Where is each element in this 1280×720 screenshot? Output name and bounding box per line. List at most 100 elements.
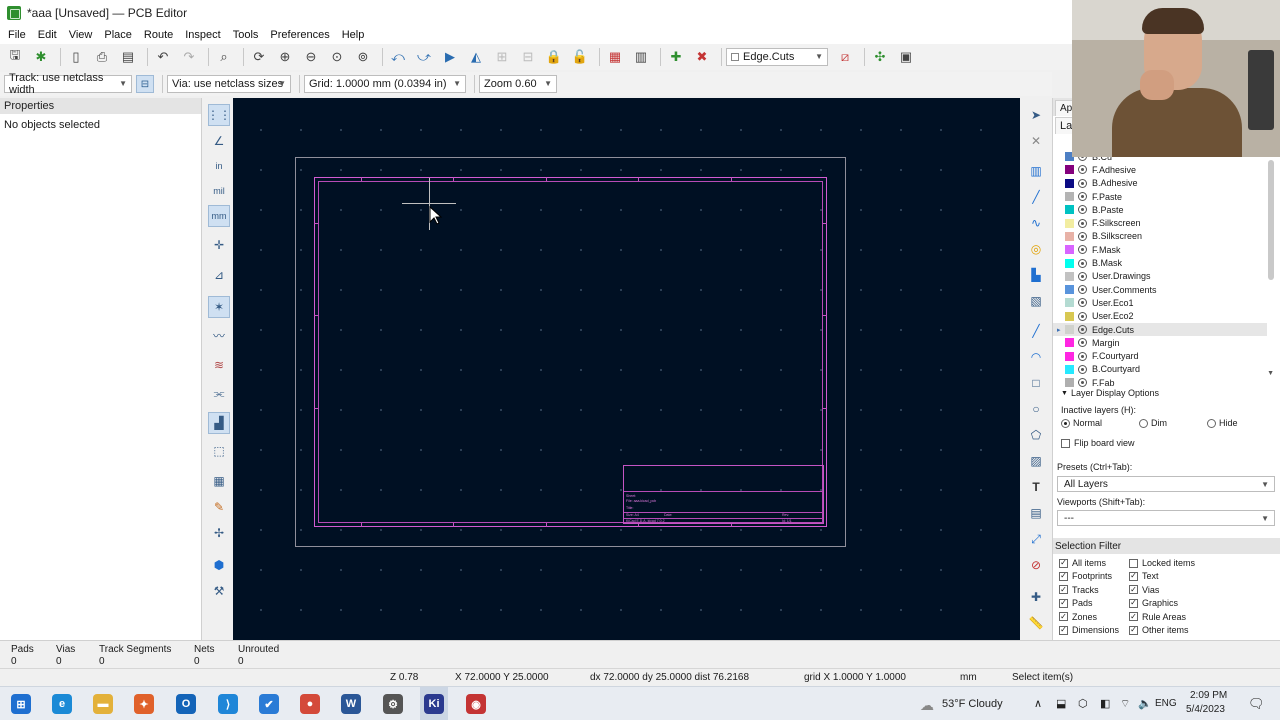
filter-item[interactable]: Locked items <box>1129 558 1195 568</box>
filter-item[interactable]: ✓ Tracks <box>1059 585 1099 595</box>
eye-icon[interactable] <box>1078 271 1087 281</box>
redo-icon[interactable]: ↷ <box>178 46 200 68</box>
eye-icon[interactable] <box>1078 178 1087 188</box>
unlock-icon[interactable]: 🔓 <box>569 46 591 68</box>
scrollbar-thumb[interactable] <box>1268 160 1274 280</box>
menu-route[interactable]: Route <box>138 29 179 41</box>
eye-icon[interactable] <box>1078 298 1087 308</box>
layer-color-swatch[interactable] <box>1065 364 1074 374</box>
scroll-down-icon[interactable]: ▼ <box>1267 370 1274 377</box>
app-blue-check-icon[interactable]: ✔ <box>259 694 279 714</box>
filter-item[interactable]: ✓ Zones <box>1059 612 1097 622</box>
draw-arc-icon[interactable]: ◠ <box>1025 346 1047 368</box>
3d-viewer-icon[interactable]: ⬢ <box>208 554 230 576</box>
eye-icon[interactable] <box>1078 165 1087 175</box>
add-via-icon[interactable]: ◎ <box>1025 238 1047 260</box>
volume-icon[interactable]: 🔈 <box>1138 697 1152 710</box>
layer-color-swatch[interactable] <box>1065 298 1074 308</box>
wifi-icon[interactable]: ⌔ <box>1120 697 1130 711</box>
menu-edit[interactable]: Edit <box>32 29 63 41</box>
eye-icon[interactable] <box>1078 218 1087 228</box>
presets-select[interactable]: All Layers ▼ <box>1057 476 1275 492</box>
inactive-hide-radio[interactable]: Hide <box>1207 418 1238 428</box>
zoom-in-icon[interactable]: ⊕ <box>274 46 296 68</box>
layer-row[interactable]: B.Silkscreen <box>1053 230 1267 243</box>
eye-icon[interactable] <box>1078 245 1087 255</box>
via-sketch-icon[interactable]: ✎ <box>208 496 230 518</box>
layer-color-swatch[interactable] <box>1065 338 1074 348</box>
filter-item[interactable]: ✓ Graphics <box>1129 598 1178 608</box>
layer-color-swatch[interactable] <box>1065 271 1074 281</box>
angle-snap-icon[interactable]: ⊿ <box>208 264 230 286</box>
layer-color-swatch[interactable] <box>1065 165 1074 175</box>
file-explorer-icon[interactable]: ▬ <box>93 694 113 714</box>
layer-color-swatch[interactable] <box>1065 311 1074 321</box>
checkbox[interactable]: ✓ <box>1129 585 1138 595</box>
find-icon[interactable]: ⌕ <box>213 46 235 68</box>
checkbox[interactable]: ✓ <box>1129 598 1138 608</box>
layer-row[interactable]: User.Eco2 <box>1053 310 1267 323</box>
rotate-ccw-icon[interactable]: ⤺ <box>387 46 409 68</box>
lock-icon[interactable]: 🔒 <box>543 46 565 68</box>
checkbox[interactable]: ✓ <box>1129 571 1138 581</box>
layer-color-swatch[interactable] <box>1065 178 1074 188</box>
layer-display-options-header[interactable]: ▼ Layer Display Options <box>1053 387 1159 399</box>
eye-icon[interactable] <box>1078 192 1087 202</box>
route-track-icon[interactable]: ╱ <box>1025 186 1047 208</box>
checkbox[interactable] <box>1061 438 1070 448</box>
group-icon[interactable]: ⊞ <box>491 46 513 68</box>
layer-row[interactable]: B.Mask <box>1053 256 1267 269</box>
layer-selector[interactable]: Edge.Cuts ▼ <box>726 48 828 66</box>
checkbox[interactable]: ✓ <box>1059 625 1068 635</box>
menu-view[interactable]: View <box>63 29 99 41</box>
viewports-select[interactable]: --- ▼ <box>1057 510 1275 526</box>
checkbox[interactable] <box>1129 558 1138 568</box>
pad-sketch-icon[interactable]: ▦ <box>208 470 230 492</box>
layer-color-swatch[interactable] <box>1065 285 1074 295</box>
weather-text[interactable]: 53°F Cloudy <box>942 698 1003 710</box>
draw-rectangle-icon[interactable]: □ <box>1025 372 1047 394</box>
add-footprint-icon[interactable]: ▥ <box>1025 160 1047 182</box>
checkbox[interactable]: ✓ <box>1059 558 1068 568</box>
vscode-icon[interactable]: ⟩ <box>218 694 238 714</box>
layer-color-swatch[interactable] <box>1065 351 1074 361</box>
windows-start-icon[interactable]: ⊞ <box>11 694 31 714</box>
add-image-icon[interactable]: ▨ <box>1025 450 1047 472</box>
layer-color-swatch[interactable] <box>1065 245 1074 255</box>
layer-color-swatch[interactable] <box>1065 231 1074 241</box>
tray-app-icon[interactable]: ⬓ <box>1056 697 1066 710</box>
drc-icon[interactable]: ✖ <box>691 46 713 68</box>
units-mm-icon[interactable]: mm <box>208 205 230 227</box>
checkbox[interactable]: ✓ <box>1129 625 1138 635</box>
checkbox[interactable]: ✓ <box>1059 571 1068 581</box>
checkbox[interactable]: ✓ <box>1059 612 1068 622</box>
filter-item[interactable]: ✓ Other items <box>1129 625 1189 635</box>
menu-tools[interactable]: Tools <box>227 29 265 41</box>
save-icon[interactable]: 🖫 <box>4 46 26 68</box>
pcb-canvas[interactable]: Sheet: File: aaa.kicad_pcb Title: Size: … <box>233 98 1020 640</box>
eye-icon[interactable] <box>1078 351 1087 361</box>
layer-row[interactable]: F.Mask <box>1053 243 1267 256</box>
checkbox[interactable]: ✓ <box>1129 612 1138 622</box>
mirror-icon[interactable]: ◭ <box>465 46 487 68</box>
radio-button[interactable] <box>1207 418 1216 428</box>
layer-row[interactable]: User.Eco1 <box>1053 296 1267 309</box>
checkbox[interactable]: ✓ <box>1059 598 1068 608</box>
filter-item[interactable]: ✓ Text <box>1129 571 1159 581</box>
eye-icon[interactable] <box>1078 258 1087 268</box>
edge-browser-icon[interactable]: e <box>52 694 72 714</box>
eye-icon[interactable] <box>1078 325 1087 334</box>
update-pcb-icon[interactable]: ✚ <box>665 46 687 68</box>
measure-tool-icon[interactable]: 📏 <box>1025 612 1047 634</box>
scripting-icon[interactable]: ✣ <box>869 46 891 68</box>
tray-app-icon[interactable]: ⬡ <box>1078 697 1088 710</box>
layer-color-swatch[interactable] <box>1065 258 1074 268</box>
layer-pair-icon[interactable]: ⧄ <box>834 46 856 68</box>
high-contrast-icon[interactable]: ≋ <box>208 354 230 376</box>
tune-length-icon[interactable]: ∿ <box>1025 212 1047 234</box>
menu-help[interactable]: Help <box>336 29 371 41</box>
layer-row[interactable]: B.Adhesive <box>1053 177 1267 190</box>
menu-file[interactable]: File <box>2 29 32 41</box>
settings-icon[interactable]: ⚙ <box>383 694 403 714</box>
eye-icon[interactable] <box>1078 285 1087 295</box>
